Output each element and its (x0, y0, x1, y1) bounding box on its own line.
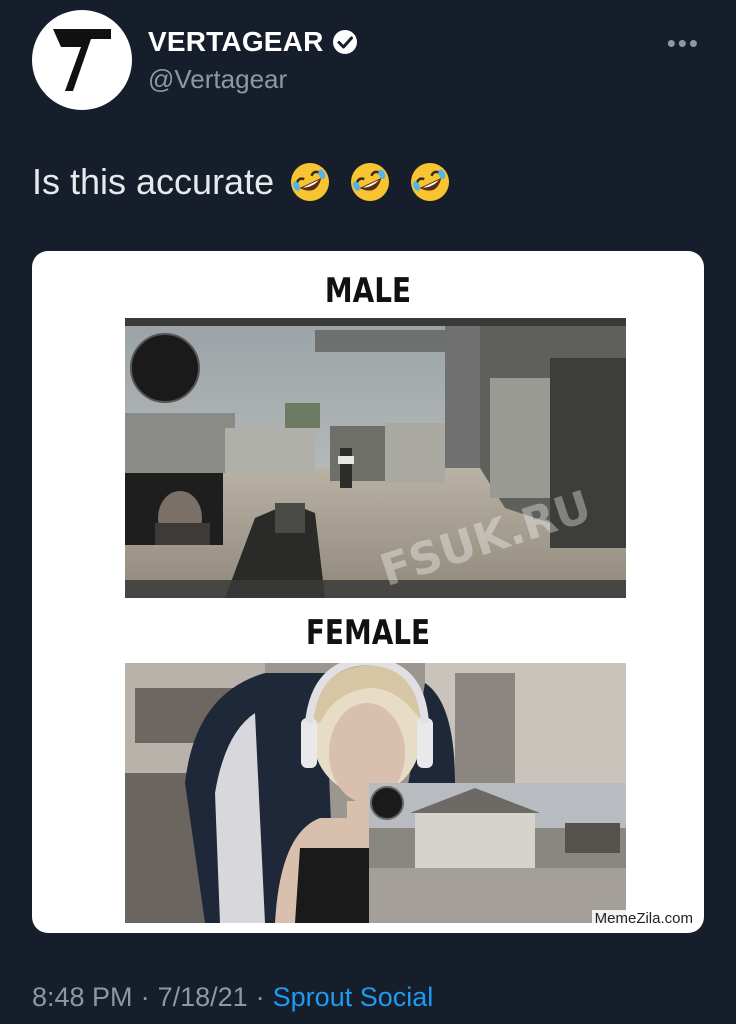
meme-label-male: MALE (324, 271, 412, 311)
meme-label-female: FEMALE (305, 613, 431, 653)
tweet-text-row: Is this accurate (32, 160, 452, 204)
name-row: VERTAGEAR (148, 26, 358, 58)
more-options-icon[interactable]: ••• (667, 28, 700, 59)
verified-badge-icon (332, 30, 357, 54)
account-handle[interactable]: @Vertagear (148, 64, 287, 95)
tweet-footer: 8:48 PM · 7/18/21 · Sprout Social (32, 982, 433, 1013)
tweet-text: Is this accurate (32, 161, 275, 202)
rolling-on-floor-laughing-emoji-icon (411, 163, 450, 201)
footer-separator: · (140, 982, 150, 1012)
streamer-webcam-image (125, 663, 626, 923)
tweet-date[interactable]: 7/18/21 (158, 982, 248, 1013)
avatar[interactable] (32, 10, 132, 110)
footer-separator: · (255, 982, 265, 1012)
vertagear-logo-icon (53, 29, 111, 91)
rolling-on-floor-laughing-emoji-icon (351, 163, 390, 201)
rolling-on-floor-laughing-emoji-icon (291, 163, 330, 201)
display-name[interactable]: VERTAGEAR (148, 26, 324, 58)
game-screenshot-image: FSUK.RU (125, 318, 626, 598)
tweet-time[interactable]: 8:48 PM (32, 982, 133, 1013)
tweet-source-link[interactable]: Sprout Social (273, 982, 434, 1013)
tweet-media[interactable]: MALE FSUK.RU FEMALE MemeZila.com (32, 251, 704, 933)
memezila-watermark: MemeZila.com (591, 910, 696, 927)
